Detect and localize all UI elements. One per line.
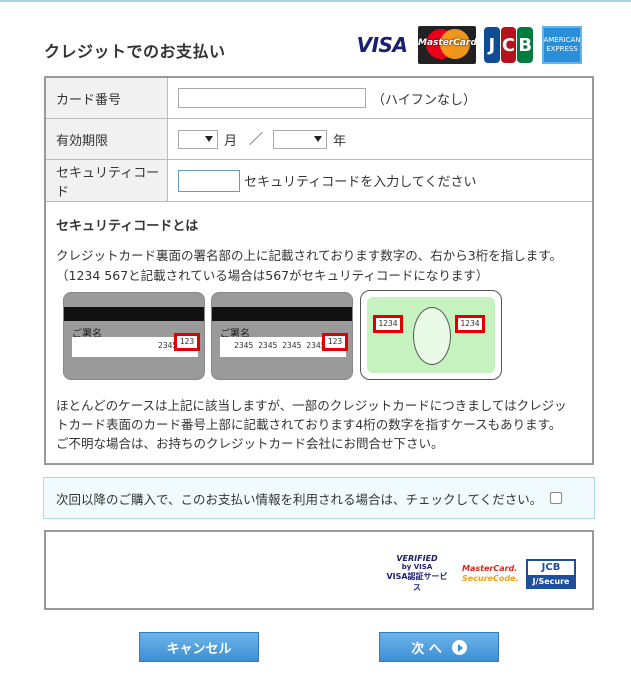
card2-security-code: 123 (322, 333, 348, 351)
expiry-year-unit: 年 (333, 133, 347, 149)
mastercard-logo-text: MasterCard (418, 38, 476, 48)
arrow-right-icon (451, 639, 467, 655)
card1-security-code: 123 (174, 333, 200, 351)
amex-logo-line1: AMERICAN (543, 36, 581, 44)
card3-code-left: 1234 (373, 315, 403, 333)
jcb-logo-b: B (517, 27, 534, 63)
security-code-row: セキュリティコード セキュリティコードを入力してください (46, 160, 592, 202)
jcb-logo: J C B (484, 27, 534, 63)
top-divider (0, 0, 631, 2)
expiry-month-unit: 月 (224, 133, 238, 149)
amex-logo-line2: EXPRESS (546, 45, 578, 53)
card3-code-right: 1234 (455, 315, 485, 333)
security-code-input[interactable] (178, 169, 240, 192)
note-line2: トカード表面のカード番号上部に記載されております4桁の数字を指すケースもあります… (56, 417, 562, 432)
page-title: クレジットでのお支払い (44, 42, 226, 61)
security-code-explanation: セキュリティコードとは クレジットカード裏面の署名部の上に記載されております数字… (56, 215, 586, 286)
mc-securecode-line2: SecureCode. (462, 573, 519, 583)
security-code-label: セキュリティコード (46, 160, 168, 201)
card-back-illustration-1: ご署名 2345 123 (63, 292, 205, 380)
mastercard-logo: MasterCard (418, 26, 476, 64)
secure-logos-box: VERIFIED by VISA VISA認証サービス MasterCard. … (44, 530, 594, 610)
vbv-line2: by VISA (401, 563, 433, 571)
expiry-label: 有効期限 (46, 119, 168, 159)
save-payment-info: 次回以降のご購入で、このお支払い情報を利用される場合は、チェックしてください。 (43, 477, 595, 519)
save-payment-checkbox[interactable] (550, 492, 563, 504)
security-code-note: セキュリティコードを入力してください (244, 175, 477, 190)
card-back-illustration-2: ご署名 2345 2345 2345 2345 123 (211, 292, 353, 380)
chevron-down-icon (205, 135, 213, 142)
card-front-illustration: 1234 1234 (360, 290, 502, 380)
card2-number: 2345 2345 2345 2345 (234, 341, 326, 350)
amex-logo: AMERICAN EXPRESS (542, 26, 582, 64)
card-illustrations: ご署名 2345 123 ご署名 2345 2345 2345 2345 123… (63, 290, 503, 384)
note-line1: ほとんどのケースは上記に該当しますが、一部のクレジットカードにつきましてはクレジ… (56, 398, 567, 413)
jcb-logo-j: J (484, 27, 500, 63)
visa-logo: VISA (356, 33, 408, 57)
next-button-label: 次 へ (411, 641, 442, 657)
save-payment-label: 次回以降のご購入で、このお支払い情報を利用される場合は、チェックしてください。 (56, 491, 543, 507)
expiry-year-select[interactable] (273, 129, 328, 149)
jcb-jsecure-logo: JCB J/Secure (526, 558, 576, 589)
jcb-logo-c: C (500, 27, 517, 63)
cancel-button-label: キャンセル (166, 641, 232, 657)
card-number-note: （ハイフンなし） (372, 92, 477, 108)
mastercard-securecode-logo: MasterCard. SecureCode. (462, 563, 519, 584)
verified-by-visa-logo: VERIFIED by VISA VISA認証サービス (386, 554, 448, 593)
cancel-button[interactable]: キャンセル (139, 632, 259, 662)
card-number-label: カード番号 (46, 78, 168, 118)
security-code-note-paragraph: ほとんどのケースは上記に該当しますが、一部のクレジットカードにつきましてはクレジ… (56, 396, 586, 453)
jsecure-bottom: J/Secure (528, 574, 574, 588)
vbv-line3: VISA認証サービス (386, 572, 448, 592)
expiry-row: 有効期限 月 ／ 年 (46, 119, 592, 160)
chevron-down-icon (314, 135, 323, 142)
mc-securecode-line1: MasterCard. (462, 563, 518, 573)
explanation-line1: クレジットカード裏面の署名部の上に記載されております数字の、右から3桁を指します… (56, 248, 562, 263)
card-number-input[interactable] (178, 88, 366, 108)
note-line3: ご不明な場合は、お持ちのクレジットカード会社にお問合せ下さい。 (56, 436, 444, 451)
brand-logos: VISA MasterCard J C B AMERICAN EXPRESS (354, 26, 582, 64)
expiry-separator: ／ (249, 132, 264, 148)
explanation-title: セキュリティコードとは (56, 219, 199, 234)
explanation-line2: （1234 567と記載されている場合は567がセキュリティコードになります） (56, 268, 489, 283)
jsecure-top: JCB (528, 560, 574, 575)
expiry-month-select[interactable] (178, 129, 218, 149)
card-form: カード番号 （ハイフンなし） 有効期限 月 ／ 年 セキュリティコード セキュリ… (44, 76, 594, 465)
vbv-line1: VERIFIED (396, 554, 438, 563)
card-number-row: カード番号 （ハイフンなし） (46, 78, 592, 119)
next-button[interactable]: 次 へ (379, 632, 499, 662)
